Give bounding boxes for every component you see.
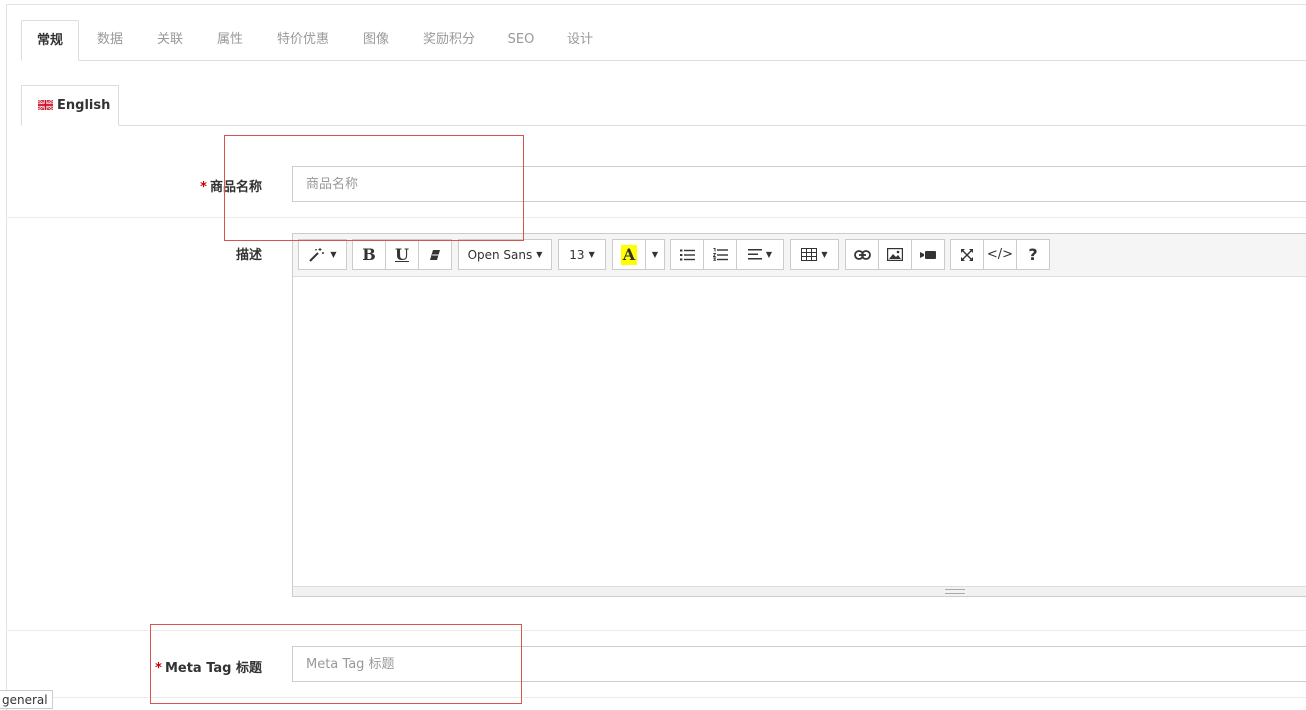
- tab-reward-points[interactable]: 奖励积分: [411, 20, 487, 60]
- editor-content-area[interactable]: [293, 277, 1306, 585]
- tab-design[interactable]: 设计: [553, 20, 607, 60]
- align-left-icon: [747, 249, 762, 260]
- tab-general[interactable]: 常规: [21, 20, 79, 61]
- product-name-label-text: 商品名称: [209, 180, 262, 195]
- numbered-list-icon: [712, 248, 728, 261]
- description-label: 描述: [235, 248, 262, 263]
- editor-resize-bar[interactable]: [293, 586, 1306, 596]
- unordered-list-button[interactable]: [670, 239, 704, 270]
- table-dropdown-button[interactable]: ▼: [790, 239, 839, 270]
- table-icon: [801, 248, 818, 261]
- required-mark: *: [155, 661, 162, 676]
- caret-down-icon: ▼: [588, 250, 595, 259]
- expand-icon: [961, 248, 973, 261]
- color-dropdown-button[interactable]: ▼: [645, 239, 665, 270]
- picture-icon: [887, 248, 903, 261]
- tab-language-english[interactable]: English: [21, 85, 119, 126]
- underline-button[interactable]: U: [385, 239, 419, 270]
- highlight-color-icon: A: [620, 244, 638, 265]
- main-tabs: 常规 数据 关联 属性 特价优惠 图像 奖励积分 SEO 设计: [21, 20, 1306, 61]
- code-view-button[interactable]: </>: [983, 239, 1017, 270]
- highlight-color-button[interactable]: A: [612, 239, 646, 270]
- product-name-input[interactable]: [292, 166, 1306, 202]
- caret-down-icon: ▼: [821, 250, 828, 259]
- video-icon: [919, 250, 936, 259]
- ordered-list-button[interactable]: [703, 239, 737, 270]
- status-bar: general: [0, 690, 53, 709]
- required-mark: *: [200, 180, 207, 195]
- help-button[interactable]: ?: [1016, 239, 1050, 270]
- row-divider: [6, 697, 1306, 698]
- insert-video-button[interactable]: [911, 239, 945, 270]
- caret-down-icon: ▼: [765, 250, 773, 259]
- insert-picture-button[interactable]: [878, 239, 912, 270]
- caret-down-icon: ▼: [330, 250, 337, 259]
- style-dropdown-button[interactable]: ▼: [298, 239, 347, 270]
- bold-button[interactable]: B: [352, 239, 386, 270]
- description-editor: ▼ B U Open Sans ▼ 13 ▼ A ▼ ▼ ▼ </> ?: [292, 233, 1306, 597]
- row-divider: [6, 217, 1306, 218]
- resize-grip-icon: [945, 589, 965, 594]
- tab-links[interactable]: 关联: [143, 20, 197, 60]
- meta-title-label: * Meta Tag 标题: [150, 657, 262, 676]
- insert-link-button[interactable]: [845, 239, 879, 270]
- font-size-value: 13: [569, 247, 585, 262]
- font-family-dropdown[interactable]: Open Sans ▼: [458, 239, 552, 270]
- meta-title-input[interactable]: [292, 646, 1306, 682]
- top-border: [6, 4, 1306, 5]
- language-tabs: English: [21, 85, 1306, 126]
- tab-images[interactable]: 图像: [349, 20, 403, 60]
- caret-down-icon: ▼: [651, 250, 659, 259]
- caret-down-icon: ▼: [536, 250, 543, 259]
- font-family-value: Open Sans: [467, 247, 533, 262]
- product-name-label: * 商品名称: [150, 176, 262, 195]
- font-size-dropdown[interactable]: 13 ▼: [558, 239, 606, 270]
- uk-flag-icon: [38, 100, 53, 110]
- fullscreen-button[interactable]: [950, 239, 984, 270]
- left-border: [6, 4, 7, 710]
- paragraph-align-dropdown[interactable]: ▼: [736, 239, 784, 270]
- language-label: English: [57, 98, 111, 113]
- magic-wand-icon: [309, 247, 325, 262]
- link-icon: [853, 249, 871, 260]
- eraser-icon: [430, 249, 440, 260]
- tab-data[interactable]: 数据: [83, 20, 137, 60]
- clear-format-button[interactable]: [418, 239, 452, 270]
- row-divider: [6, 630, 1306, 631]
- tab-attributes[interactable]: 属性: [203, 20, 257, 60]
- tab-special[interactable]: 特价优惠: [265, 20, 341, 60]
- meta-title-label-text: Meta Tag 标题: [164, 661, 262, 676]
- tab-seo[interactable]: SEO: [495, 20, 547, 60]
- bullet-list-icon: [679, 249, 695, 260]
- editor-toolbar: ▼ B U Open Sans ▼ 13 ▼ A ▼ ▼ ▼ </> ?: [293, 234, 1306, 277]
